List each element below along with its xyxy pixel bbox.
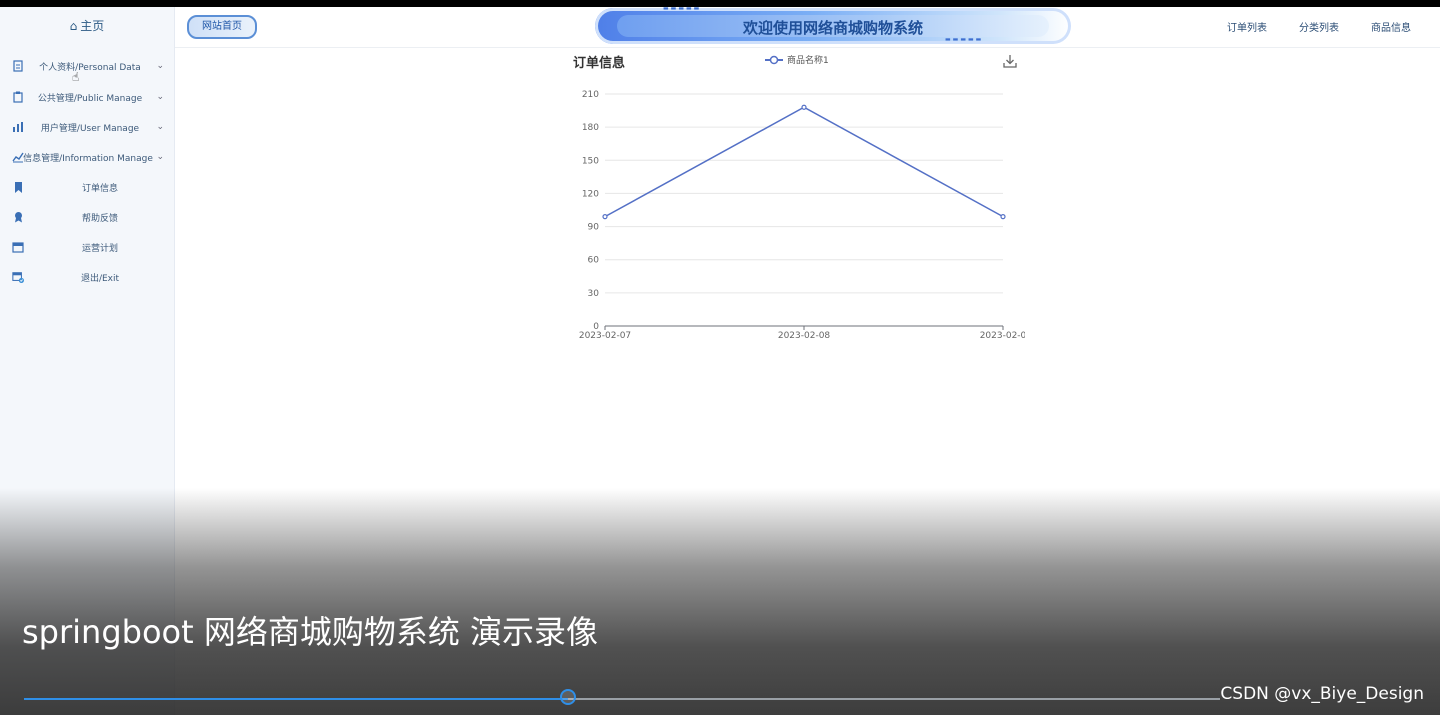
sidebar-item-label: 退出/Exit bbox=[80, 273, 120, 284]
sidebar-item-order-info[interactable]: 订单信息 bbox=[0, 175, 174, 199]
y-tick-label: 180 bbox=[582, 123, 599, 133]
watermark: CSDN @vx_Biye_Design bbox=[1220, 684, 1424, 704]
y-tick-label: 120 bbox=[582, 189, 599, 199]
home-icon: ⌂ bbox=[69, 19, 78, 33]
sidebar-item-label: 公共管理/Public Manage bbox=[37, 93, 143, 104]
chevron-down-icon: ⌄ bbox=[156, 122, 164, 132]
sidebar-item-label: 信息管理/Information Manage bbox=[23, 153, 153, 164]
sidebar-item-help-feedback[interactable]: 帮助反馈 bbox=[0, 205, 174, 229]
data-point bbox=[602, 214, 608, 220]
y-tick-label: 60 bbox=[588, 256, 600, 266]
data-point bbox=[1000, 214, 1006, 220]
sidebar-item-label: 订单信息 bbox=[81, 183, 118, 194]
video-progress-fill bbox=[24, 698, 569, 700]
clipboard-icon bbox=[12, 91, 24, 103]
sidebar-item-information-manage[interactable]: 信息管理/Information Manage ⌄ bbox=[0, 145, 174, 169]
order-info-chart: 订单信息 商品名称1 0 30 60 90 120 150 180 210 2023-02-07… bbox=[570, 50, 1025, 350]
sidebar-item-label: 帮助反馈 bbox=[81, 213, 118, 224]
mouse-cursor-icon: ☝ bbox=[72, 70, 80, 84]
site-home-button[interactable]: 网站首页 bbox=[187, 15, 257, 39]
video-title: springboot 网络商城购物系统 演示录像 bbox=[22, 613, 598, 651]
sidebar-item-personal-data[interactable]: 个人资料/Personal Data ⌄ bbox=[0, 54, 174, 78]
sidebar-item-label: 用户管理/User Manage bbox=[40, 123, 140, 134]
chevron-down-icon: ⌄ bbox=[156, 152, 164, 162]
badge-icon bbox=[12, 211, 24, 223]
series-line bbox=[604, 106, 1004, 218]
video-overlay bbox=[0, 488, 1440, 715]
header: 网站首页 ▬▬▬▬▬ ▬▬▬▬▬ 欢迎使用网络商城购物系统 订单列表 分类列表 … bbox=[175, 5, 1440, 48]
nav-category-list[interactable]: 分类列表 bbox=[1299, 19, 1339, 34]
document-icon bbox=[12, 60, 24, 72]
welcome-banner: ▬▬▬▬▬ ▬▬▬▬▬ 欢迎使用网络商城购物系统 bbox=[595, 5, 1071, 44]
data-point bbox=[801, 104, 807, 110]
bookmark-icon bbox=[12, 181, 24, 193]
sidebar-item-public-manage[interactable]: 公共管理/Public Manage ⌄ bbox=[0, 85, 174, 109]
sidebar-item-exit[interactable]: 退出/Exit bbox=[0, 265, 174, 289]
nav-order-list[interactable]: 订单列表 bbox=[1227, 19, 1267, 34]
y-tick-label: 150 bbox=[582, 156, 599, 166]
sidebar-home-link[interactable]: ⌂ 主页 bbox=[0, 17, 174, 34]
y-tick-label: 30 bbox=[588, 289, 600, 299]
x-tick-label: 2023-02-0 bbox=[980, 331, 1025, 341]
banner-title: 欢迎使用网络商城购物系统 bbox=[742, 19, 923, 37]
y-tick-label: 210 bbox=[582, 90, 599, 100]
sidebar-item-label: 运营计划 bbox=[81, 243, 118, 254]
chevron-down-icon: ⌄ bbox=[156, 61, 164, 71]
nav-product-info[interactable]: 商品信息 bbox=[1371, 19, 1411, 34]
calendar-check-icon bbox=[12, 271, 24, 283]
chart-plot: 03060901201501802102023-02-07 2023-02-08 2… bbox=[579, 90, 1025, 341]
x-tick-label: 2023-02-08 bbox=[778, 331, 831, 341]
x-tick-label: 2023-02-07 bbox=[579, 331, 631, 341]
top-black-bar bbox=[0, 0, 1440, 7]
sidebar-item-operation-plan[interactable]: 运营计划 bbox=[0, 235, 174, 259]
calendar-icon bbox=[12, 241, 24, 253]
bar-chart-icon bbox=[12, 121, 24, 133]
chevron-down-icon: ⌄ bbox=[156, 92, 164, 102]
y-tick-label: 90 bbox=[588, 223, 600, 233]
sidebar-item-label: 个人资料/Personal Data bbox=[39, 62, 141, 73]
banner-dots-decoration: ▬▬▬▬▬ bbox=[663, 5, 702, 12]
sidebar-item-user-manage[interactable]: 用户管理/User Manage ⌄ bbox=[0, 115, 174, 139]
